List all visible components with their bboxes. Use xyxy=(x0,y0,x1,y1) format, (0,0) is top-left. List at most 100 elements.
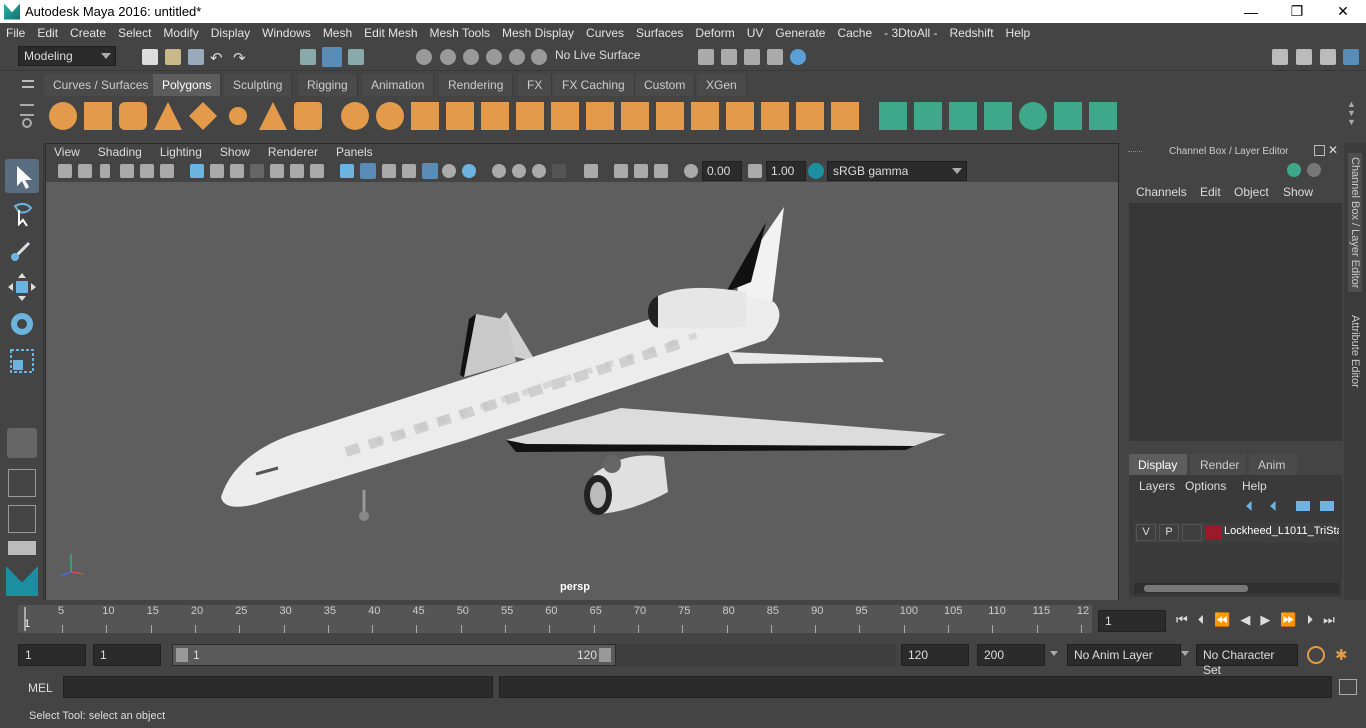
menu-help[interactable]: Help xyxy=(1000,26,1037,40)
automatic-uv-icon[interactable] xyxy=(984,102,1012,130)
menu-surfaces[interactable]: Surfaces xyxy=(630,26,689,40)
end-time-field[interactable]: 200 xyxy=(977,644,1045,666)
lasso-tool-icon[interactable] xyxy=(5,196,39,230)
planar-uv-icon[interactable] xyxy=(879,102,907,130)
menu-curves[interactable]: Curves xyxy=(580,26,630,40)
layout-outliner-icon[interactable] xyxy=(8,541,36,555)
select-by-hierarchy-icon[interactable] xyxy=(300,49,316,65)
snap-point-icon[interactable] xyxy=(463,49,479,65)
snap-grid-icon[interactable] xyxy=(416,49,432,65)
live-surface-field[interactable]: No Live Surface xyxy=(550,46,650,66)
snap-view-plane-icon[interactable] xyxy=(486,49,502,65)
minimize-button[interactable]: — xyxy=(1228,0,1274,23)
layer-display-type-toggle[interactable] xyxy=(1182,524,1202,541)
select-by-component-icon[interactable] xyxy=(348,49,364,65)
wireframe-on-shaded-icon[interactable] xyxy=(382,164,396,178)
layer-menu-layers[interactable]: Layers xyxy=(1139,479,1175,493)
textured-icon[interactable] xyxy=(402,164,416,178)
cylindrical-uv-icon[interactable] xyxy=(914,102,942,130)
mirror-icon[interactable] xyxy=(516,102,544,130)
smooth-icon[interactable] xyxy=(446,102,474,130)
float-panel-icon[interactable] xyxy=(1314,145,1325,156)
depth-of-field-icon[interactable] xyxy=(532,164,546,178)
merge-icon[interactable] xyxy=(831,102,859,130)
snap-curve-icon[interactable] xyxy=(440,49,456,65)
mel-label[interactable]: MEL xyxy=(28,681,53,695)
shelf-tab-fx-caching[interactable]: FX Caching xyxy=(553,74,635,96)
insert-edge-loop-icon[interactable] xyxy=(691,102,719,130)
xray-icon[interactable] xyxy=(552,164,566,178)
auto-key-icon[interactable] xyxy=(1307,646,1325,664)
poly-torus-icon[interactable] xyxy=(224,102,252,130)
layer-tab-render[interactable]: Render xyxy=(1190,454,1246,475)
snap-live-icon[interactable] xyxy=(531,49,547,65)
channel-box-toggle-icon[interactable] xyxy=(1343,49,1359,65)
menu-windows[interactable]: Windows xyxy=(256,26,317,40)
range-start-handle[interactable] xyxy=(176,648,188,662)
layout-icon[interactable] xyxy=(1296,49,1312,65)
menu-uv[interactable]: UV xyxy=(741,26,770,40)
side-tab-attribute-editor[interactable]: Attribute Editor xyxy=(1348,311,1362,392)
script-editor-icon[interactable] xyxy=(1339,679,1357,695)
ipr-render-icon[interactable] xyxy=(744,49,760,65)
xray-joints-icon[interactable] xyxy=(614,164,628,178)
channel-box-menu-channels[interactable]: Channels xyxy=(1136,185,1187,199)
viewport-menu-show[interactable]: Show xyxy=(211,145,259,159)
grease-pencil-icon[interactable] xyxy=(160,164,174,178)
gamma-field[interactable]: 1.00 xyxy=(766,161,806,181)
layer-menu-help[interactable]: Help xyxy=(1242,479,1267,493)
channel-box-menu-edit[interactable]: Edit xyxy=(1200,185,1221,199)
playback-end-field[interactable]: 120 xyxy=(901,644,969,666)
menu-create[interactable]: Create xyxy=(64,26,112,40)
shelf-tab-rendering[interactable]: Rendering xyxy=(439,74,514,96)
viewport-menu-lighting[interactable]: Lighting xyxy=(151,145,211,159)
snap-surface-icon[interactable] xyxy=(509,49,525,65)
current-time-indicator[interactable] xyxy=(24,607,26,631)
animation-preferences-icon[interactable]: ✱ xyxy=(1335,646,1353,664)
shelf-tab-custom[interactable]: Custom xyxy=(635,74,696,96)
offset-edge-loop-icon[interactable] xyxy=(726,102,754,130)
menu-edit-mesh[interactable]: Edit Mesh xyxy=(358,26,423,40)
play-backward-icon[interactable]: ◀ xyxy=(1240,612,1250,628)
film-gate-icon[interactable] xyxy=(210,164,224,178)
render-settings-icon[interactable] xyxy=(767,49,783,65)
2d-pan-icon[interactable] xyxy=(140,164,154,178)
layer-playback-toggle[interactable]: P xyxy=(1159,524,1179,541)
extrude-icon[interactable] xyxy=(586,102,614,130)
grid-icon[interactable] xyxy=(190,164,204,178)
menu-file[interactable]: File xyxy=(0,26,31,40)
side-tab-channel-box[interactable]: Channel Box / Layer Editor xyxy=(1348,153,1362,293)
layer-scrollbar-thumb[interactable] xyxy=(1144,585,1248,592)
poly-cube-icon[interactable] xyxy=(84,102,112,130)
shelf-menu-icon[interactable] xyxy=(22,80,34,88)
shelf-tab-animation[interactable]: Animation xyxy=(362,74,435,96)
layer-menu-options[interactable]: Options xyxy=(1185,479,1226,493)
hypershade-icon[interactable] xyxy=(790,49,806,65)
colorspace-dropdown[interactable]: sRGB gamma xyxy=(827,161,967,181)
step-forward-key-icon[interactable]: ⏩ xyxy=(1280,612,1296,628)
shelf-tab-curves-surfaces[interactable]: Curves / Surfaces xyxy=(44,74,159,96)
menu-redshift[interactable]: Redshift xyxy=(944,26,1000,40)
go-to-start-icon[interactable]: ⏮ xyxy=(1176,612,1188,628)
poly-pipe-icon[interactable] xyxy=(294,102,322,130)
mode-dropdown[interactable]: Modeling xyxy=(18,46,116,66)
image-plane-icon[interactable] xyxy=(120,164,134,178)
step-back-icon[interactable]: ⏴ xyxy=(1198,612,1205,628)
use-all-lights-icon[interactable] xyxy=(422,163,438,179)
exposure-field[interactable]: 0.00 xyxy=(702,161,742,181)
play-forward-icon[interactable]: ▶ xyxy=(1260,612,1270,628)
channel-box-area[interactable] xyxy=(1129,203,1342,441)
shelf-tab-xgen[interactable]: XGen xyxy=(697,74,747,96)
workspace-icon[interactable] xyxy=(1272,49,1288,65)
shelf-tab-rigging[interactable]: Rigging xyxy=(298,74,358,96)
menu-mesh-tools[interactable]: Mesh Tools xyxy=(424,26,496,40)
close-button[interactable]: ✕ xyxy=(1320,0,1366,23)
safe-action-icon[interactable] xyxy=(290,164,304,178)
multisample-aa-icon[interactable] xyxy=(512,164,526,178)
ambient-occlusion-icon[interactable] xyxy=(462,164,476,178)
color-management-icon[interactable] xyxy=(808,163,824,179)
time-ruler[interactable]: 1 5 10 15 20 25 30 35 40 45 50 55 60 65 70 75 80 85 90 95 1… xyxy=(18,605,1092,633)
menu-modify[interactable]: Modify xyxy=(157,26,204,40)
viewport-menu-panels[interactable]: Panels xyxy=(327,145,382,159)
undo-icon[interactable]: ↶ xyxy=(210,49,226,67)
